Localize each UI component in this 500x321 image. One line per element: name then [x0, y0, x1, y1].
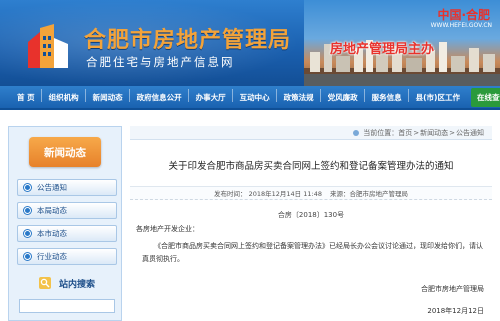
sidebar-item-label: 本市动态 [37, 229, 67, 238]
nav-news[interactable]: 新闻动态 [84, 88, 130, 103]
bullet-icon [24, 207, 31, 214]
nav-gov-info[interactable]: 政府信息公开 [128, 88, 189, 103]
nav-service-info[interactable]: 服务信息 [363, 88, 409, 103]
sidebar-item-industry-news[interactable]: 行业动态 [17, 248, 117, 265]
breadcrumb-prefix: 当前位置： [363, 128, 399, 137]
site-title: 合肥市房地产管理局 [84, 27, 292, 53]
nav-organization[interactable]: 组织机构 [40, 88, 86, 103]
breadcrumb-separator: > [449, 128, 455, 137]
bullet-icon [24, 253, 31, 260]
article-meta: 发布时间： 2018年12月14日 11:48 来源：合肥市房地产管理局 [130, 186, 492, 200]
sidebar-item-label: 本局动态 [37, 206, 67, 215]
sidebar-item-notices[interactable]: 公告通知 [17, 179, 117, 196]
location-icon [353, 129, 360, 136]
bullet-icon [24, 230, 31, 237]
search-input[interactable] [19, 299, 115, 313]
article-title: 关于印发合肥市商品房买卖合同网上签约和登记备案管理办法的通知 [168, 161, 454, 172]
sidebar-item-label: 公告通知 [37, 183, 67, 192]
breadcrumb-home[interactable]: 首页 [398, 128, 412, 138]
main-content: 当前位置： 首页 > 新闻动态 > 公告通知 关于印发合肥市商品房买卖合同网上签… [130, 126, 492, 321]
breadcrumb-news[interactable]: 新闻动态 [420, 128, 448, 138]
city-brand: 中国·合肥 [437, 8, 490, 22]
article-body: 《合肥市商品房买卖合同网上签约和登记备案管理办法》已经局长办公会议讨论通过，现印… [142, 242, 483, 263]
sidebar-menu: 公告通知 本局动态 本市动态 行业动态 [17, 179, 117, 271]
sidebar-item-city-news[interactable]: 本市动态 [17, 225, 117, 242]
issuer: 合肥市房地产管理局 [421, 285, 484, 293]
breadcrumb-notices[interactable]: 公告通知 [456, 128, 484, 138]
nav-home[interactable]: 首 页 [10, 92, 42, 103]
city-banner: 中国·合肥 WWW.HEFEI.GOV.CN 房地产管理局主办 [304, 0, 500, 86]
sidebar-tab-news[interactable]: 新闻动态 [29, 137, 101, 167]
site-subtitle: 合肥住宅与房地产信息网 [86, 55, 235, 69]
document-date: 2018年12月12日 [427, 307, 484, 315]
nav-districts[interactable]: 县(市)区工作 [407, 88, 467, 103]
nav-service-hall[interactable]: 办事大厅 [187, 88, 233, 103]
publish-time: 发布时间： 2018年12月14日 11:48 [214, 190, 322, 198]
nav-online-query[interactable]: 在线查询 [470, 87, 500, 107]
site-header: 合肥市房地产管理局 合肥住宅与房地产信息网 中国·合肥 WWW.HEFEI.GO… [0, 0, 500, 86]
main-nav: 首 页 组织机构 新闻动态 政府信息公开 办事大厅 互动中心 政策法规 党风廉政… [0, 86, 500, 110]
city-url: WWW.HEFEI.GOV.CN [430, 22, 492, 29]
nav-integrity[interactable]: 党风廉政 [319, 88, 365, 103]
breadcrumb-separator: > [413, 128, 420, 137]
sidebar-item-bureau-news[interactable]: 本局动态 [17, 202, 117, 219]
document-number: 合房〔2018〕130号 [277, 211, 345, 219]
sidebar: 新闻动态 公告通知 本局动态 本市动态 行业动态 站内搜索 [8, 126, 122, 321]
city-slogan: 房地产管理局主办 [330, 42, 435, 57]
search-icon [38, 277, 51, 289]
salutation: 各房地产开发企业： [136, 225, 199, 233]
site-search-label: 站内搜索 [58, 279, 95, 290]
nav-policies[interactable]: 政策法规 [275, 88, 321, 103]
bureau-logo-icon[interactable] [28, 24, 68, 68]
article-source: 来源：合肥市房地产管理局 [329, 190, 408, 198]
nav-interaction[interactable]: 互动中心 [231, 88, 277, 103]
site-search-heading: 站内搜索 [17, 275, 117, 291]
bullet-icon [24, 184, 31, 191]
breadcrumb: 当前位置： 首页 > 新闻动态 > 公告通知 [130, 126, 492, 140]
sidebar-item-label: 行业动态 [37, 252, 67, 261]
